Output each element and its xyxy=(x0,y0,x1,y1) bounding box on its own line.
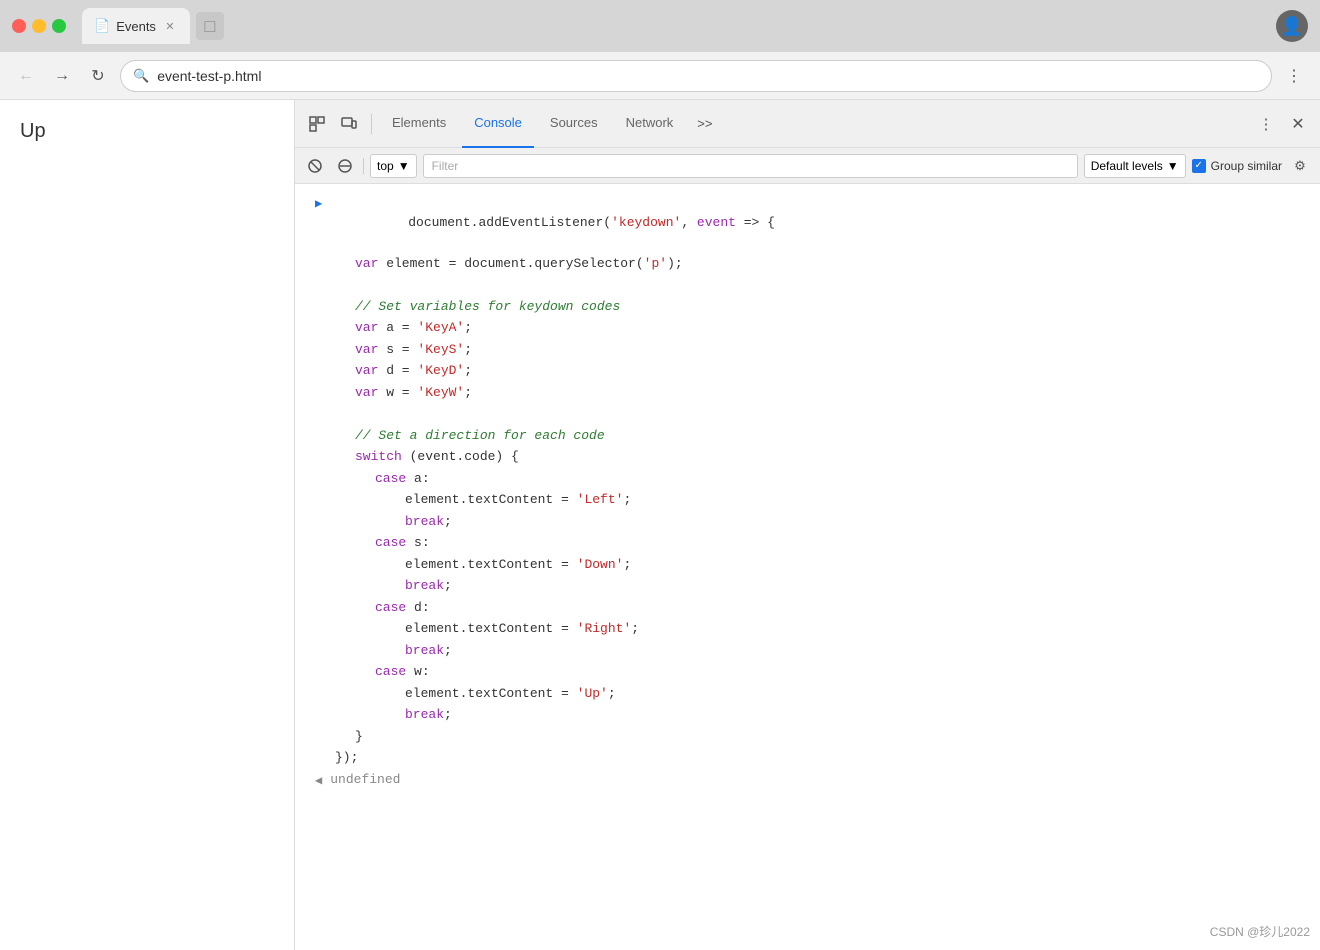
console-var-s: var s = 'KeyS'; xyxy=(295,339,1320,361)
console-break-w: break; xyxy=(295,704,1320,726)
console-break-a: break; xyxy=(295,511,1320,533)
address-text: event-test-p.html xyxy=(157,68,261,84)
console-entry: ▶ document.addEventListener('keydown', e… xyxy=(295,192,1320,253)
console-comment-1: // Set variables for keydown codes xyxy=(295,296,1320,318)
nav-bar: ← → ↻ 🔍 event-test-p.html ⋮ xyxy=(0,52,1320,100)
console-comment-2: // Set a direction for each code xyxy=(295,425,1320,447)
devtools-close-button[interactable]: ✕ xyxy=(1284,110,1312,138)
watermark: CSDN @珍儿2022 xyxy=(1210,923,1310,940)
console-result: ◀ undefined xyxy=(295,769,1320,791)
console-break-s: break; xyxy=(295,575,1320,597)
console-toolbar-separator xyxy=(363,158,364,174)
console-case-d: case d: xyxy=(295,597,1320,619)
browser-viewport: Up xyxy=(0,100,295,950)
console-case-s: case s: xyxy=(295,532,1320,554)
no-entry-button[interactable] xyxy=(333,154,357,178)
viewport-text: Up xyxy=(20,120,46,143)
title-bar: 📄 Events ✕ □ 👤 xyxy=(0,0,1320,52)
maximize-button[interactable] xyxy=(52,19,66,33)
console-break-d: break; xyxy=(295,640,1320,662)
traffic-lights xyxy=(12,19,66,33)
console-switch: switch (event.code) { xyxy=(295,446,1320,468)
inspector-icon[interactable] xyxy=(303,110,331,138)
context-selector[interactable]: top ▼ xyxy=(370,154,417,178)
filter-input[interactable]: Filter xyxy=(423,154,1078,178)
toolbar-separator xyxy=(371,114,372,134)
responsive-icon[interactable] xyxy=(335,110,363,138)
console-blank-2 xyxy=(295,403,1320,425)
search-icon: 🔍 xyxy=(133,68,149,84)
close-button[interactable] xyxy=(12,19,26,33)
tab-network[interactable]: Network xyxy=(614,100,686,148)
console-textcontent-down: element.textContent = 'Down'; xyxy=(295,554,1320,576)
profile-button[interactable]: 👤 xyxy=(1276,10,1308,42)
code-block: document.addEventListener('keydown', eve… xyxy=(330,193,1312,252)
console-var-d: var d = 'KeyD'; xyxy=(295,360,1320,382)
console-var-a: var a = 'KeyA'; xyxy=(295,317,1320,339)
console-toolbar: top ▼ Filter Default levels ▼ ✓ Group si… xyxy=(295,148,1320,184)
console-line-2: var element = document.querySelector('p'… xyxy=(295,253,1320,275)
tab-document-icon: 📄 xyxy=(94,18,110,34)
main-content: Up Elements Cons xyxy=(0,100,1320,950)
console-settings-button[interactable]: ⚙ xyxy=(1288,154,1312,178)
profile-icon: 👤 xyxy=(1281,16,1303,37)
tab-area: 📄 Events ✕ □ xyxy=(82,8,1268,44)
more-tabs-button[interactable]: >> xyxy=(689,112,720,135)
browser-tab[interactable]: 📄 Events ✕ xyxy=(82,8,190,44)
devtools-panel: Elements Console Sources Network >> ⋮ ✕ xyxy=(295,100,1320,950)
console-var-w: var w = 'KeyW'; xyxy=(295,382,1320,404)
log-levels-selector[interactable]: Default levels ▼ xyxy=(1084,154,1186,178)
console-textcontent-right: element.textContent = 'Right'; xyxy=(295,618,1320,640)
devtools-toolbar: Elements Console Sources Network >> ⋮ ✕ xyxy=(295,100,1320,148)
devtools-more-button[interactable]: ⋮ xyxy=(1252,110,1280,138)
console-textcontent-left: element.textContent = 'Left'; xyxy=(295,489,1320,511)
reload-button[interactable]: ↻ xyxy=(84,62,112,90)
result-value: undefined xyxy=(330,770,400,790)
levels-dropdown-icon: ▼ xyxy=(1167,159,1179,173)
console-output: ▶ document.addEventListener('keydown', e… xyxy=(295,184,1320,950)
console-case-w: case w: xyxy=(295,661,1320,683)
minimize-button[interactable] xyxy=(32,19,46,33)
menu-button[interactable]: ⋮ xyxy=(1280,62,1308,90)
back-button[interactable]: ← xyxy=(12,62,40,90)
console-close-listener: }); xyxy=(295,747,1320,769)
console-blank-1 xyxy=(295,274,1320,296)
tab-sources[interactable]: Sources xyxy=(538,100,610,148)
tab-elements[interactable]: Elements xyxy=(380,100,458,148)
group-similar-checkbox[interactable]: ✓ xyxy=(1192,159,1206,173)
console-close-switch: } xyxy=(295,726,1320,748)
tab-console[interactable]: Console xyxy=(462,100,534,148)
dropdown-arrow-icon: ▼ xyxy=(398,159,410,173)
clear-console-button[interactable] xyxy=(303,154,327,178)
input-arrow-icon: ▶ xyxy=(315,195,322,213)
address-bar[interactable]: 🔍 event-test-p.html xyxy=(120,60,1272,92)
group-similar-control[interactable]: ✓ Group similar xyxy=(1192,159,1282,173)
console-case-a: case a: xyxy=(295,468,1320,490)
forward-button[interactable]: → xyxy=(48,62,76,90)
tab-close-button[interactable]: ✕ xyxy=(162,18,178,34)
group-similar-label: Group similar xyxy=(1211,159,1282,173)
tab-title: Events xyxy=(116,19,156,34)
result-arrow-icon: ◀ xyxy=(315,772,322,790)
new-tab-button[interactable]: □ xyxy=(196,12,224,40)
console-textcontent-up: element.textContent = 'Up'; xyxy=(295,683,1320,705)
